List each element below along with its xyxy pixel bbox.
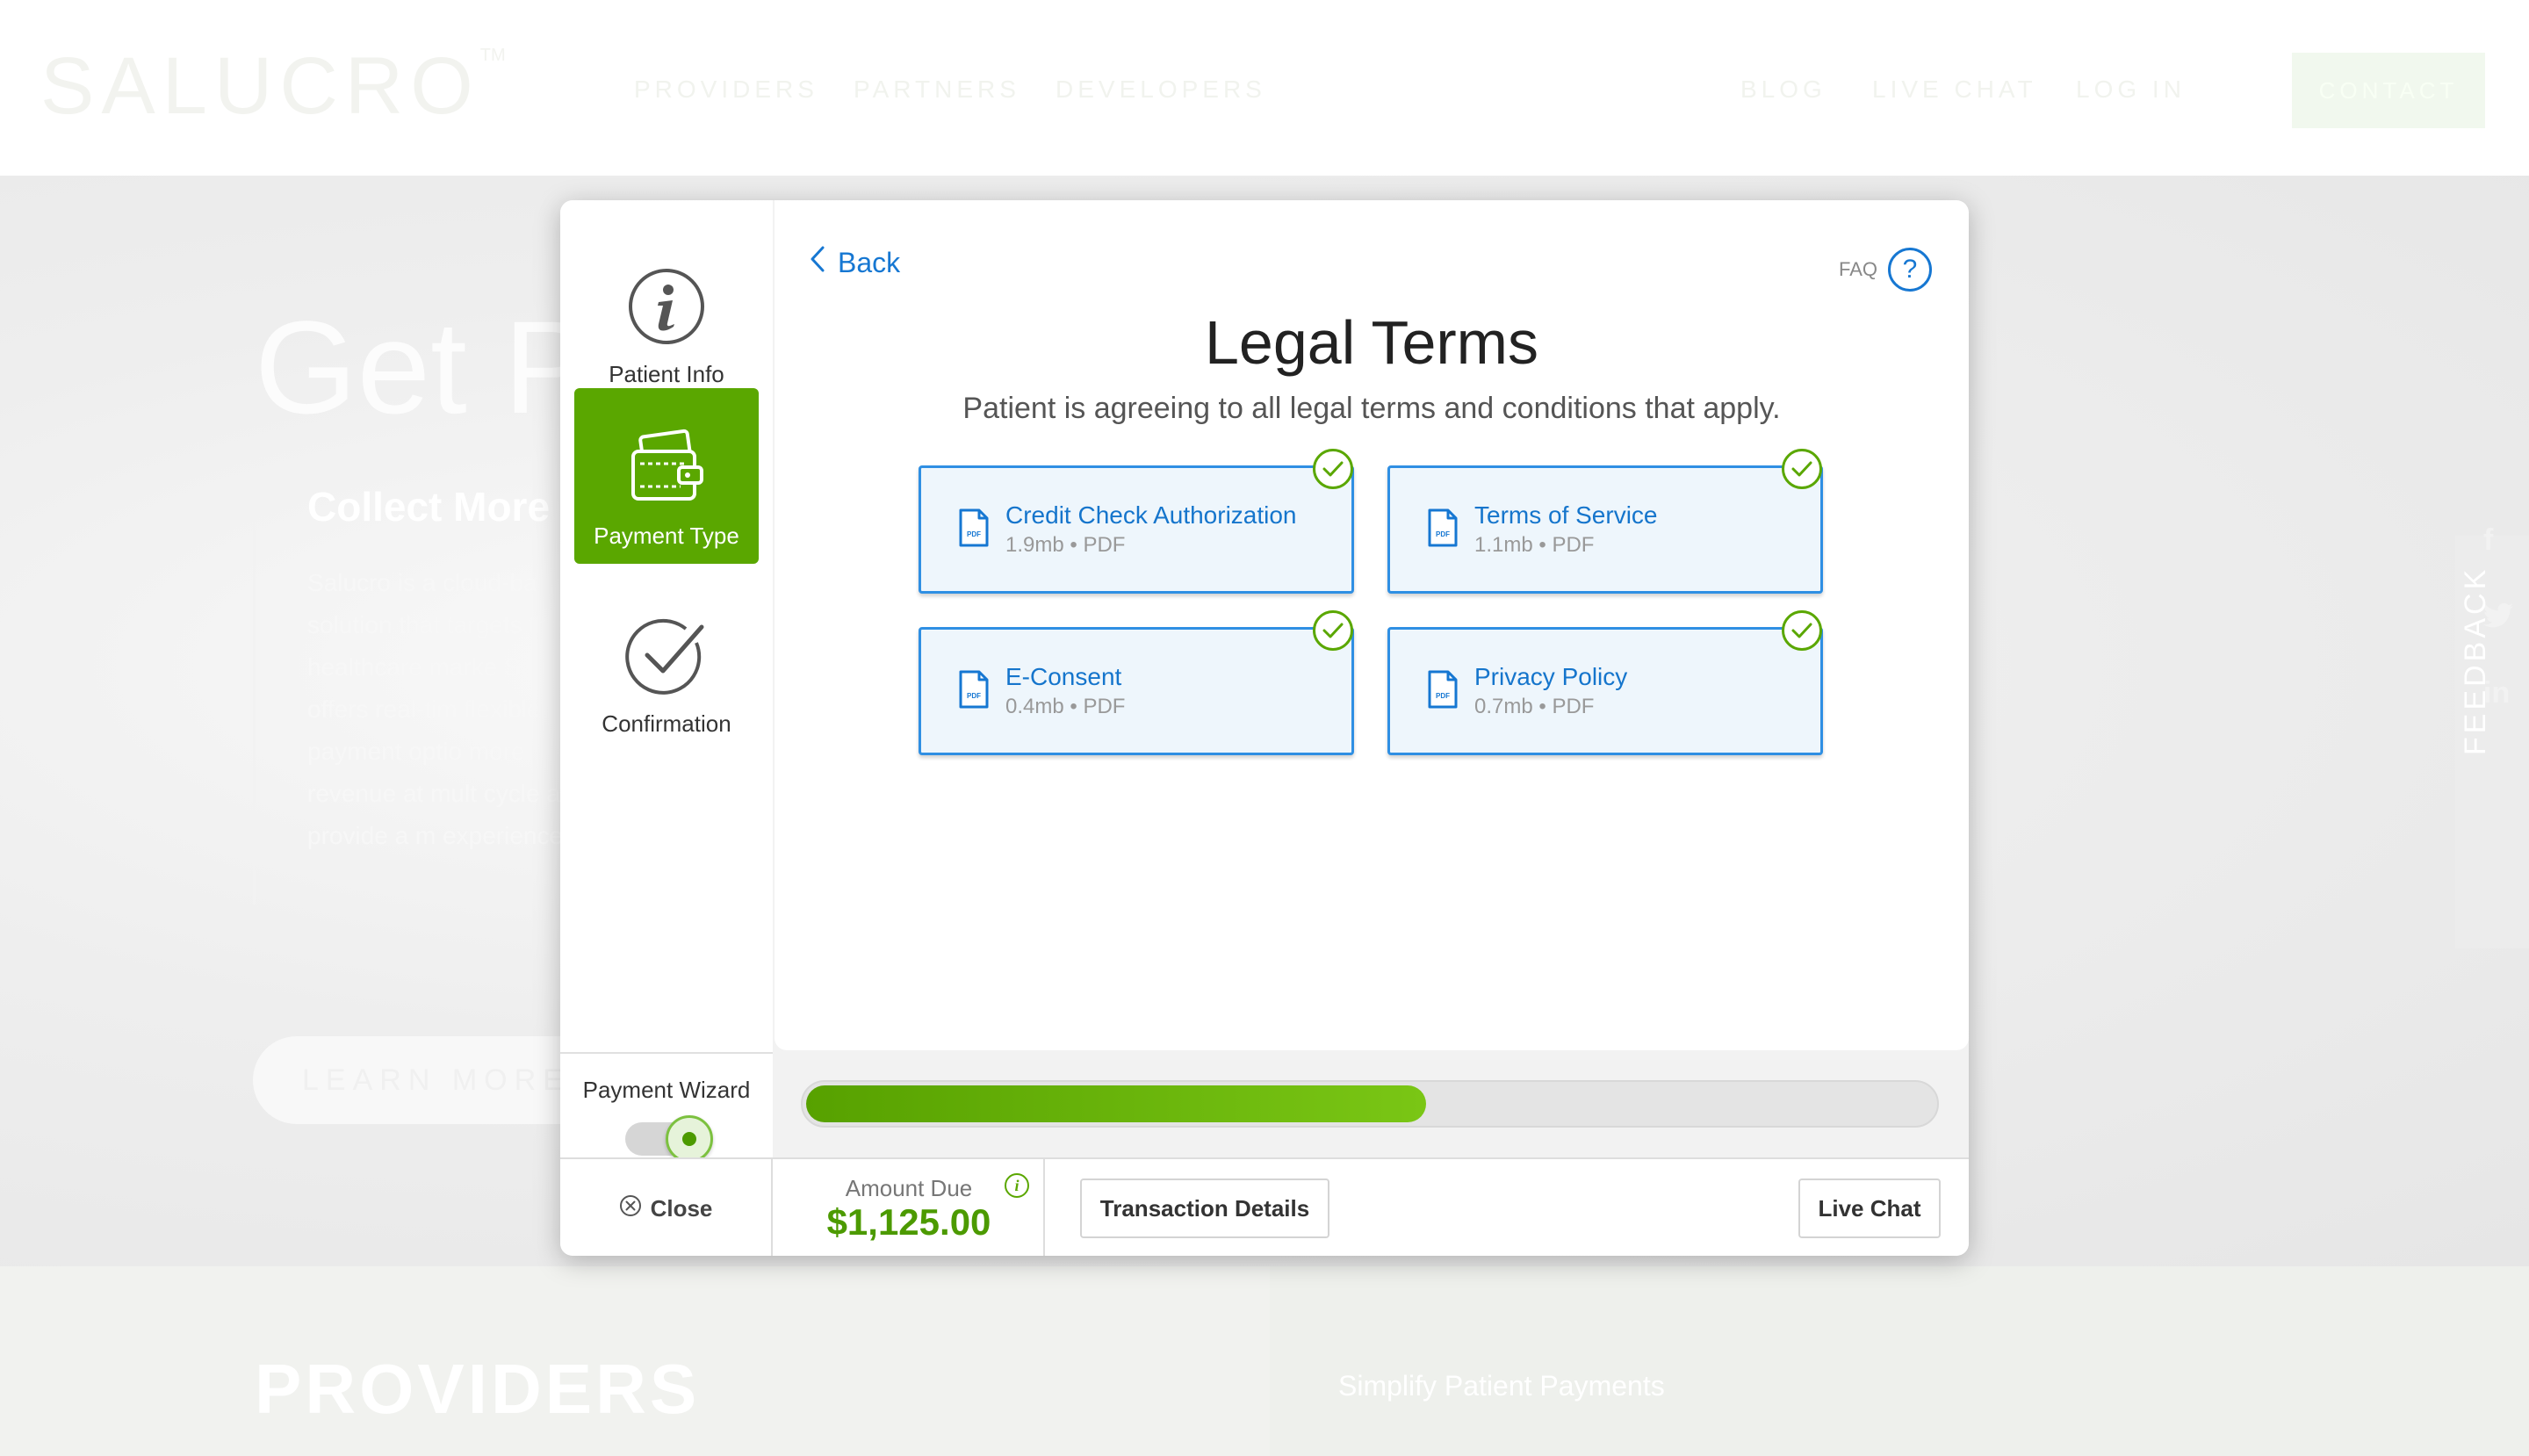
faq-label: FAQ (1838, 258, 1877, 280)
checkmark-icon (1782, 449, 1822, 489)
pdf-tag: PDF (967, 692, 981, 700)
pdf-file-icon: PDF (1427, 669, 1459, 714)
chevron-left-icon (810, 246, 825, 279)
wallet-icon (624, 429, 709, 512)
amount-value: $1,125.00 (826, 1201, 991, 1243)
toggle-knob[interactable] (666, 1115, 713, 1163)
toggle-dot (682, 1132, 696, 1146)
document-name: E-Consent (1005, 663, 1122, 690)
checkmark-icon (1313, 449, 1353, 489)
learn-more-button[interactable]: LEARN MORE (253, 1036, 604, 1124)
pdf-tag: PDF (1436, 692, 1450, 700)
step-confirmation[interactable]: Confirmation (574, 576, 759, 752)
check-circle-icon (624, 616, 709, 700)
document-name: Credit Check Authorization (1005, 501, 1297, 529)
page-title: Legal Terms (1204, 308, 1538, 377)
logo-text: SALUCRO (40, 41, 480, 131)
pdf-tag: PDF (967, 530, 981, 538)
step-patient-info[interactable]: Patient Info (574, 227, 759, 402)
logo-tm: TM (479, 46, 506, 65)
pdf-file-icon: PDF (958, 508, 990, 552)
contact-button[interactable]: CONTACT (2292, 53, 2485, 128)
nav-log-in[interactable]: LOG IN (2076, 76, 2186, 104)
step-label: Confirmation (602, 710, 731, 737)
step-label: Patient Info (609, 361, 724, 387)
live-chat-button[interactable]: Live Chat (1798, 1178, 1941, 1238)
payment-wizard-modal: Patient Info Payment Type Confirmation B… (560, 200, 1969, 1256)
legal-terms-panel: Back FAQ ? Legal Terms Patient is agreei… (775, 200, 1969, 1050)
amount-info-icon[interactable]: i (1005, 1173, 1029, 1198)
document-meta: 0.4mb • PDF (1005, 695, 1126, 718)
document-card-privacy-policy[interactable]: PDF Privacy Policy 0.7mb • PDF (1387, 610, 1823, 755)
progress-area (775, 1052, 1969, 1157)
progress-bar (801, 1080, 1939, 1128)
site-header: SALUCROTM PROVIDERS PARTNERS DEVELOPERS … (0, 0, 2529, 176)
document-meta: 1.1mb • PDF (1474, 533, 1595, 557)
progress-fill (806, 1085, 1426, 1122)
close-button[interactable]: Close (560, 1159, 773, 1256)
document-card-terms-of-service[interactable]: PDF Terms of Service 1.1mb • PDF (1387, 449, 1823, 594)
checkmark-icon (1313, 610, 1353, 651)
close-label: Close (650, 1194, 713, 1222)
providers-right-text: Simplify Patient Payments (1338, 1370, 1665, 1402)
pdf-file-icon: PDF (958, 669, 990, 714)
providers-title: PROVIDERS (255, 1350, 701, 1428)
pdf-tag: PDF (1436, 530, 1450, 538)
checkmark-icon (1782, 610, 1822, 651)
wizard-sidebar: Patient Info Payment Type Confirmation (560, 200, 773, 1052)
document-meta: 0.7mb • PDF (1474, 695, 1595, 718)
pdf-file-icon: PDF (1427, 508, 1459, 552)
step-payment-type[interactable]: Payment Type (574, 388, 759, 564)
nav-providers[interactable]: PROVIDERS (634, 76, 818, 104)
step-label: Payment Type (594, 523, 739, 549)
document-card-credit-check[interactable]: PDF Credit Check Authorization 1.9mb • P… (919, 449, 1354, 594)
back-label: Back (838, 246, 901, 278)
nav-partners[interactable]: PARTNERS (854, 76, 1020, 104)
feedback-label[interactable]: FEEDBACK (2459, 492, 2493, 755)
wizard-label: Payment Wizard (582, 1077, 751, 1103)
modal-footer: Close Amount Due $1,125.00 i Transaction… (560, 1157, 1969, 1256)
document-name: Terms of Service (1474, 501, 1658, 529)
document-name: Privacy Policy (1474, 663, 1628, 690)
providers-right-panel (1270, 1266, 2529, 1456)
payment-wizard-toggle-area: Payment Wizard (560, 1052, 773, 1163)
faq-link[interactable]: FAQ ? (1839, 248, 1932, 292)
back-link[interactable]: Back (810, 246, 900, 279)
document-card-e-consent[interactable]: PDF E-Consent 0.4mb • PDF (919, 610, 1354, 755)
close-circle-icon (619, 1194, 642, 1223)
site-logo[interactable]: SALUCROTM (40, 40, 506, 133)
transaction-details-button[interactable]: Transaction Details (1080, 1178, 1329, 1238)
nav-blog[interactable]: BLOG (1740, 76, 1826, 104)
amount-due: Amount Due $1,125.00 i (773, 1159, 1045, 1256)
page-subtitle: Patient is agreeing to all legal terms a… (962, 392, 1781, 425)
hero-divider (253, 479, 256, 905)
help-icon: ? (1888, 248, 1932, 292)
nav-live-chat[interactable]: LIVE CHAT (1872, 76, 2037, 104)
nav-developers[interactable]: DEVELOPERS (1056, 76, 1266, 104)
document-meta: 1.9mb • PDF (1005, 533, 1126, 557)
hero-subtitle: Collect More (307, 484, 551, 530)
info-icon (627, 267, 706, 350)
